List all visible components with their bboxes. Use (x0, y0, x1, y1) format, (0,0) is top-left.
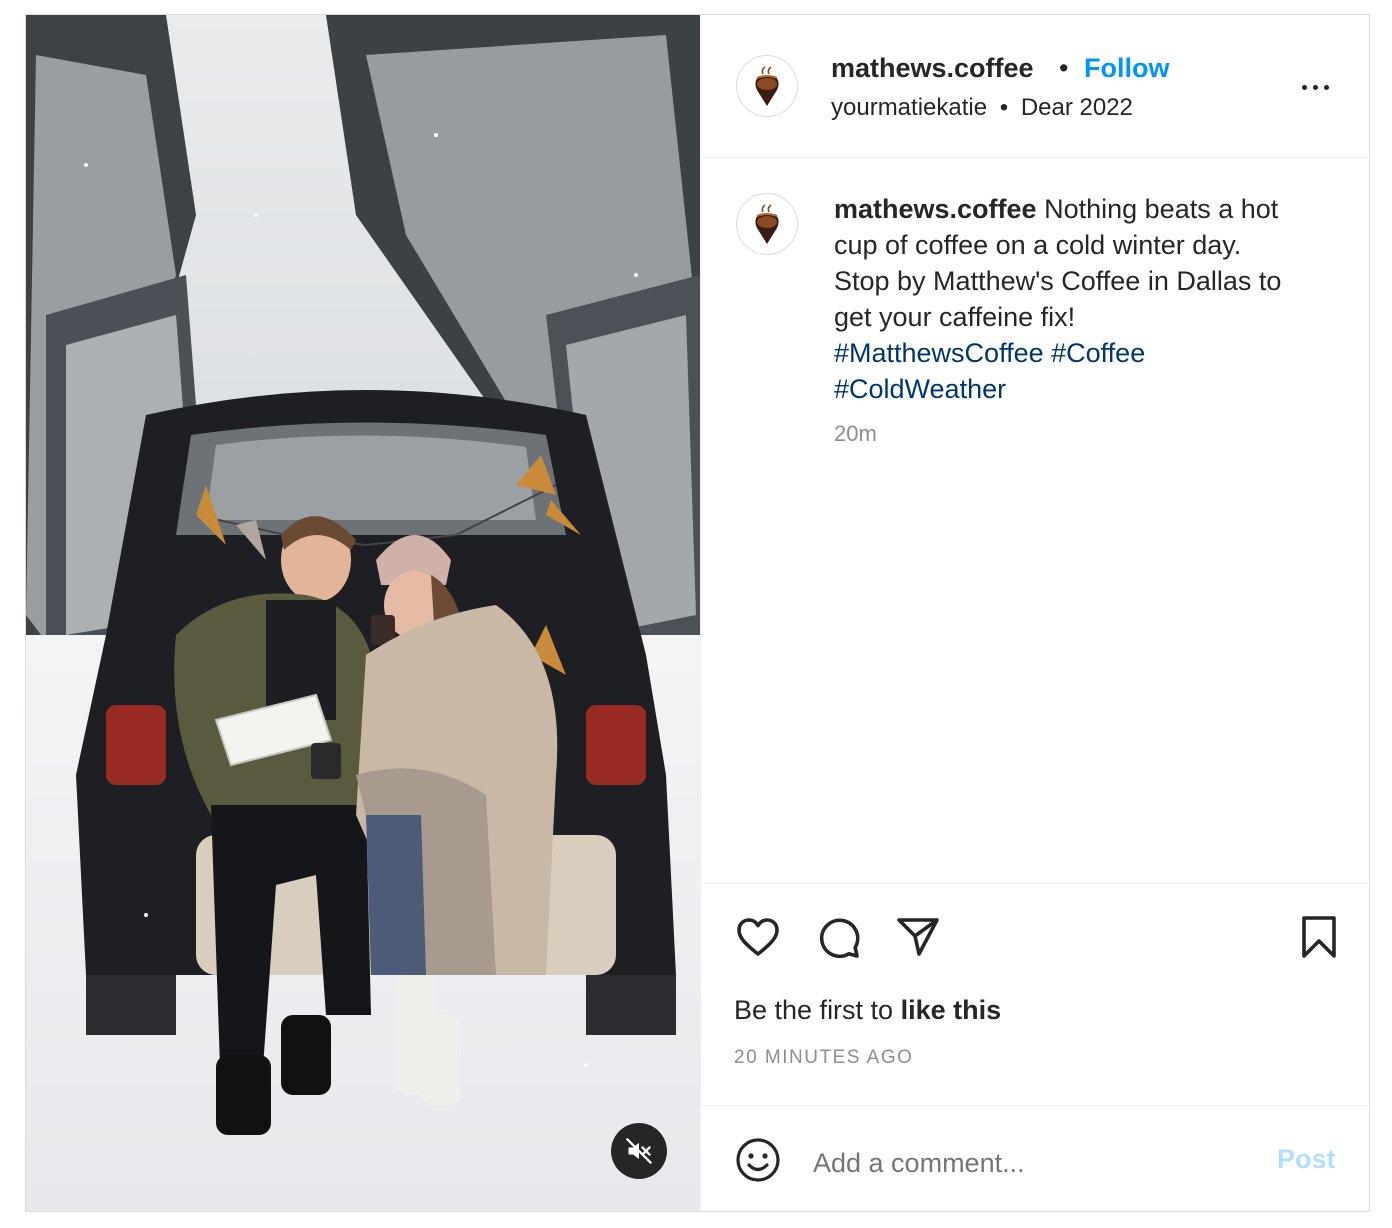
save-button[interactable] (1295, 913, 1343, 966)
comment-icon (819, 918, 860, 959)
like-this-link[interactable]: like this (901, 995, 1002, 1025)
caption-avatar[interactable] (736, 193, 798, 255)
video-frame (26, 15, 700, 1211)
comment-bar: Post (701, 1105, 1369, 1211)
hashtag-link[interactable]: #Coffee (1051, 338, 1145, 368)
post-comment-button[interactable]: Post (1277, 1144, 1336, 1175)
likes-prefix: Be the first to (734, 995, 894, 1025)
separator-dot: • (1059, 53, 1069, 83)
avatar[interactable] (736, 55, 798, 117)
bookmark-icon (1302, 916, 1336, 958)
heart-icon (737, 918, 779, 956)
more-options-icon (1301, 84, 1307, 90)
coffee-pin-logo (755, 204, 779, 244)
post-container: mathews.coffee • Follow yourmatiekatie •… (25, 14, 1370, 1212)
more-options-button[interactable] (1291, 75, 1339, 99)
follow-button[interactable]: Follow (1084, 53, 1169, 84)
post-header: mathews.coffee • Follow yourmatiekatie •… (701, 15, 1369, 158)
caption-timestamp: 20m (834, 421, 877, 446)
comment-input[interactable] (813, 1148, 1253, 1179)
share-button[interactable] (894, 913, 942, 966)
muted-speaker-icon (626, 1138, 652, 1164)
header-username[interactable]: mathews.coffee (831, 53, 1034, 84)
paper-plane-icon (897, 918, 939, 956)
post-caption: mathews.coffee Nothing beats a hot cup o… (834, 191, 1284, 407)
location-link[interactable]: Dear 2022 (1021, 94, 1133, 121)
caption-username[interactable]: mathews.coffee (834, 194, 1037, 224)
post-age: 20 MINUTES AGO (734, 1047, 914, 1068)
action-bar (701, 883, 1369, 884)
comment-button[interactable] (814, 913, 862, 966)
header-subtitle: yourmatiekatie • Dear 2022 (831, 94, 1133, 122)
hashtag-link[interactable]: #ColdWeather (834, 374, 1006, 404)
coffee-pin-logo (755, 66, 779, 106)
post-sidebar: mathews.coffee • Follow yourmatiekatie •… (700, 15, 1369, 1211)
tagged-user-link[interactable]: yourmatiekatie (831, 94, 987, 121)
mute-button[interactable] (611, 1123, 667, 1179)
separator-dot: • (999, 94, 1009, 121)
hashtag-link[interactable]: #MatthewsCoffee (834, 338, 1044, 368)
like-button[interactable] (734, 913, 782, 966)
emoji-button[interactable] (734, 1136, 782, 1189)
emoji-icon (736, 1138, 780, 1182)
likes-summary: Be the first to like this (734, 995, 1001, 1026)
post-media[interactable] (26, 15, 700, 1211)
